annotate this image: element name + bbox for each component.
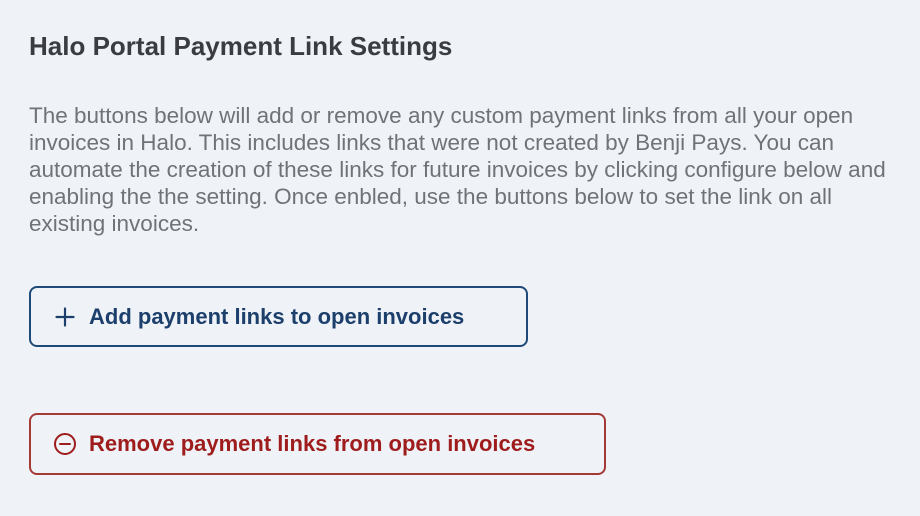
plus-icon (53, 305, 77, 329)
minus-circle-icon (53, 432, 77, 456)
add-payment-links-label: Add payment links to open invoices (89, 303, 465, 329)
add-payment-links-button[interactable]: Add payment links to open invoices (29, 286, 528, 347)
remove-payment-links-label: Remove payment links from open invoices (89, 431, 536, 456)
payment-link-settings-panel: Halo Portal Payment Link Settings The bu… (0, 0, 920, 516)
remove-payment-links-button[interactable]: Remove payment links from open invoices (29, 413, 606, 475)
page-title: Halo Portal Payment Link Settings (29, 31, 453, 61)
settings-description: The buttons below will add or remove any… (29, 103, 886, 236)
